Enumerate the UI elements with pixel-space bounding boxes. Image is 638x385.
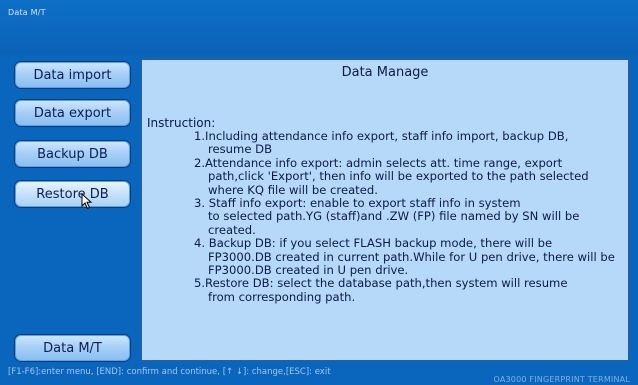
instruction-line: 1.Including attendance info export, staf… (194, 129, 569, 143)
panel-title: Data Manage (341, 65, 429, 80)
device-brand-label: OA3000 FINGERPRINT TERMINAL (493, 375, 630, 384)
instruction-line: 2.Attendance info export: admin selects … (194, 155, 563, 170)
sidebar-menu: Data import Data export Backup DB Restor… (0, 55, 136, 365)
instruction-continuation: FP3000.DB created in current path.While … (208, 249, 615, 278)
window-title: Data M/T (8, 8, 46, 17)
instruction-continuation: to selected path.YG (staff)and .ZW (FP) … (208, 209, 580, 237)
instruction-line: 5.Restore DB: select the database path,t… (194, 276, 568, 291)
key-hint-text: [F1-F6]:enter menu, [END]: confirm and c… (8, 367, 331, 377)
status-bar: [F1-F6]:enter menu, [END]: confirm and c… (0, 364, 638, 385)
instruction-line: 4. Backup DB: if you select FLASH backup… (194, 236, 553, 251)
data-import-button[interactable]: Data import (14, 61, 131, 89)
instruction-item: 4. Backup DB: if you select FLASH backup… (150, 237, 626, 277)
instruction-heading: Instruction: (147, 116, 216, 130)
backup-db-button[interactable]: Backup DB (14, 140, 131, 168)
data-mt-button[interactable]: Data M/T (14, 334, 131, 362)
instruction-continuation: from corresponding path. (208, 289, 356, 304)
data-manage-panel: Data Manage Instruction: 1.Including att… (141, 59, 629, 361)
data-export-button[interactable]: Data export (14, 99, 131, 127)
instruction-item: 1.Including attendance info export, staf… (150, 129, 626, 157)
mouse-pointer-icon (81, 193, 93, 210)
instruction-continuation: resume DB (208, 142, 273, 157)
instruction-continuation: path,click 'Export', then info will be e… (208, 169, 589, 197)
instruction-line: 3. Staff info export: enable to export s… (194, 196, 521, 211)
title-bar: Data M/T (0, 0, 638, 55)
instruction-list: 1.Including attendance info export, staf… (150, 129, 626, 304)
instruction-item: 5.Restore DB: select the database path,t… (150, 277, 626, 304)
instruction-item: 3. Staff info export: enable to export s… (150, 196, 626, 237)
restore-db-button[interactable]: Restore DB (14, 180, 131, 208)
instruction-item: 2.Attendance info export: admin selects … (150, 155, 626, 197)
